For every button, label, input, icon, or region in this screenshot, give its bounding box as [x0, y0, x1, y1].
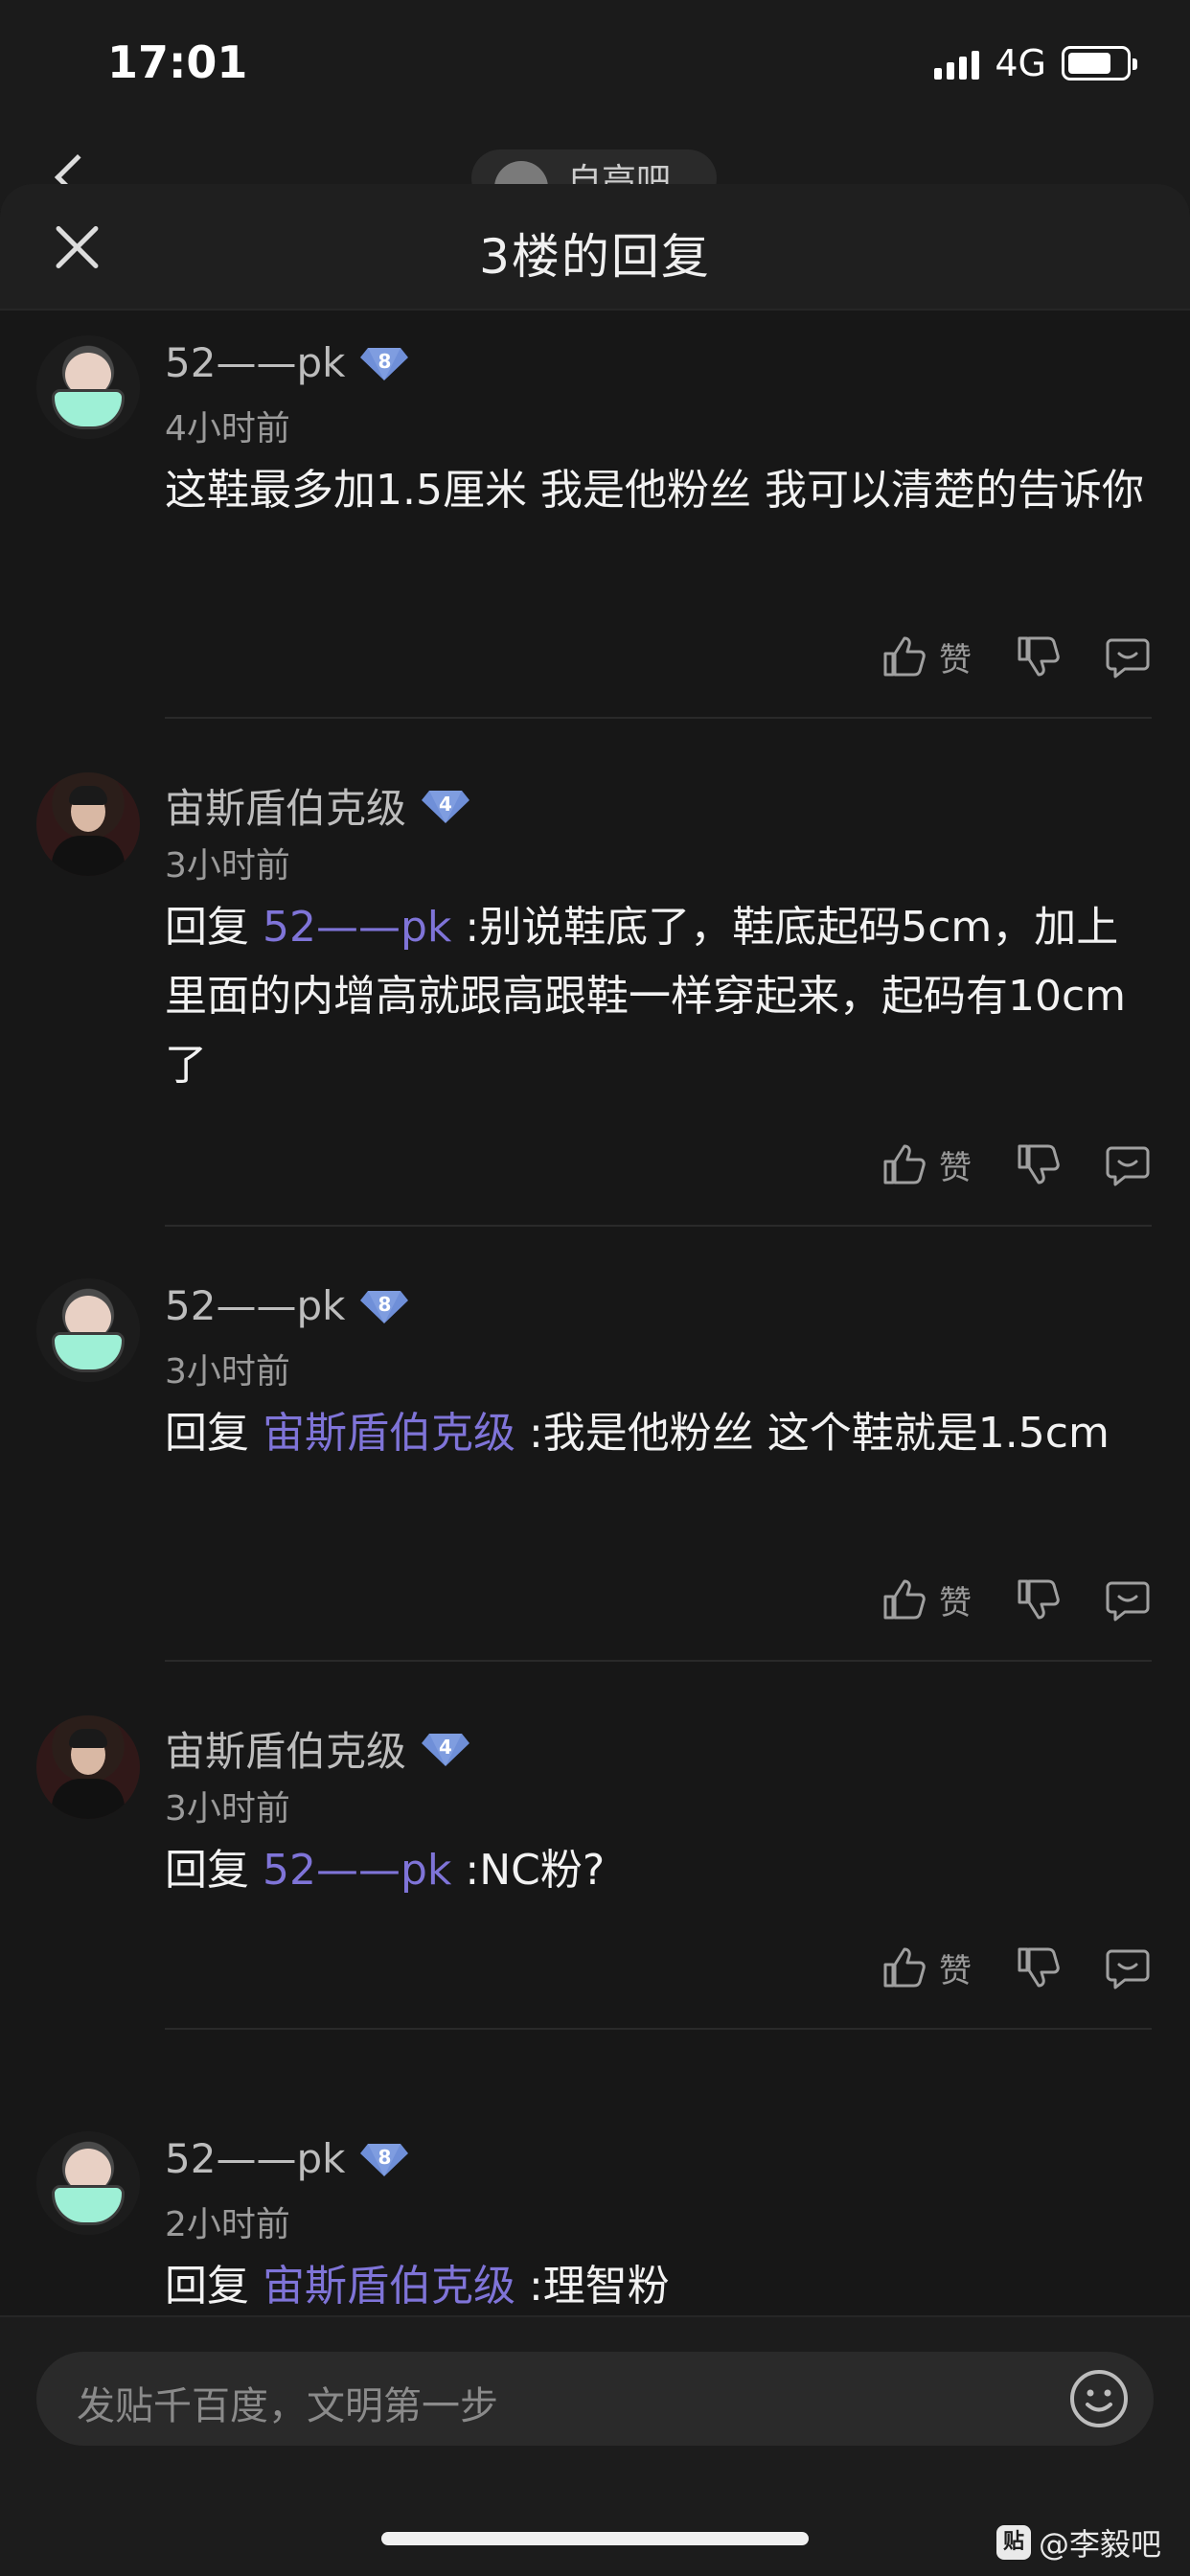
comment-actions: 赞 [880, 1140, 1152, 1188]
dislike-button[interactable] [1014, 632, 1062, 680]
replies-sheet: 3楼的回复 52——pk 8 4小时前 这鞋最多加1.5厘米 我是他粉丝 我可以… [0, 184, 1190, 2576]
thumbs-up-icon [883, 1579, 926, 1620]
avatar[interactable] [36, 772, 140, 876]
username[interactable]: 52——pk [165, 1282, 345, 1329]
reply-button[interactable] [1104, 1140, 1152, 1188]
status-time: 17:01 [107, 36, 248, 88]
sheet-title: 3楼的回复 [479, 229, 711, 285]
status-indicators: 4G [934, 42, 1137, 84]
home-indicator [381, 2532, 809, 2545]
level-number: 8 [378, 1292, 392, 1316]
divider [165, 1660, 1152, 1662]
avatar[interactable] [36, 1715, 140, 1819]
reply-prefix: 回复 [165, 903, 263, 952]
level-diamond-icon: 8 [358, 1287, 410, 1325]
name-row: 宙斯盾伯克级 4 [165, 776, 471, 835]
level-diamond-icon: 8 [358, 2140, 410, 2178]
comment-text: 回复 52——pk :NC粉? [165, 1836, 1152, 1905]
username[interactable]: 宙斯盾伯克级 [165, 776, 406, 835]
avatar[interactable] [36, 335, 140, 439]
thumbs-down-icon [1018, 636, 1060, 677]
comment-body: :我是他粉丝 这个鞋就是1.5cm [515, 1409, 1110, 1458]
mention-link[interactable]: 52——pk [263, 1846, 451, 1895]
thumbs-down-icon [1018, 1144, 1060, 1184]
watermark: 贴 @李毅吧 [995, 2520, 1161, 2564]
mention-link[interactable]: 52——pk [263, 903, 451, 952]
name-row: 52——pk 8 [165, 2135, 410, 2182]
mention-link[interactable]: 宙斯盾伯克级 [263, 2262, 515, 2311]
comment-actions: 赞 [880, 1576, 1152, 1623]
thumbs-up-icon [883, 636, 926, 677]
reply-button[interactable] [1104, 632, 1152, 680]
watermark-text: @李毅吧 [1038, 2526, 1161, 2563]
level-number: 8 [378, 349, 392, 373]
level-number: 4 [439, 792, 452, 816]
reply-bubble-icon [1106, 1949, 1150, 1990]
comment-time: 3小时前 [165, 846, 290, 886]
reply-prefix: 回复 [165, 1846, 263, 1895]
input-placeholder: 发贴千百度，文明第一步 [77, 2384, 498, 2428]
like-label: 赞 [939, 1148, 972, 1187]
like-button[interactable]: 赞 [880, 1140, 972, 1188]
comment-text: 回复 宙斯盾伯克级 :我是他粉丝 这个鞋就是1.5cm [165, 1399, 1152, 1468]
reply-prefix: 回复 [165, 2262, 263, 2311]
comment-actions: 赞 [880, 1944, 1152, 1991]
level-number: 8 [378, 2145, 392, 2169]
like-label: 赞 [939, 640, 972, 679]
divider [165, 2028, 1152, 2030]
thumbs-up-icon [883, 1144, 926, 1184]
avatar[interactable] [36, 2131, 140, 2235]
reply-bubble-icon [1106, 1581, 1150, 1622]
level-number: 4 [439, 1735, 452, 1759]
level-diamond-icon: 4 [420, 787, 471, 825]
comment-body: :理智粉 [515, 2262, 670, 2311]
sheet-header: 3楼的回复 [0, 184, 1190, 310]
dislike-button[interactable] [1014, 1140, 1062, 1188]
like-label: 赞 [939, 1951, 972, 1990]
avatar[interactable] [36, 1278, 140, 1382]
like-button[interactable]: 赞 [880, 1576, 972, 1623]
network-type: 4G [995, 42, 1046, 84]
comment-time: 4小时前 [165, 409, 290, 448]
comment-text: 回复 宙斯盾伯克级 :理智粉 [165, 2252, 1152, 2321]
like-button[interactable]: 赞 [880, 1944, 972, 1991]
thumbs-down-icon [1018, 1947, 1060, 1988]
comment-actions: 赞 [880, 632, 1152, 680]
like-button[interactable]: 赞 [880, 632, 972, 680]
tieba-logo: 贴 [995, 2525, 1031, 2560]
comment-time: 3小时前 [165, 1352, 290, 1392]
dislike-button[interactable] [1014, 1576, 1062, 1623]
comment-text: 回复 52——pk :别说鞋底了，鞋底起码5cm，加上里面的内增高就跟高跟鞋一样… [165, 893, 1152, 1100]
comment-text: 这鞋最多加1.5厘米 我是他粉丝 我可以清楚的告诉你 [165, 456, 1152, 525]
divider [165, 717, 1152, 719]
username[interactable]: 52——pk [165, 2135, 345, 2182]
dislike-button[interactable] [1014, 1944, 1062, 1991]
reply-button[interactable] [1104, 1944, 1152, 1991]
mention-link[interactable]: 宙斯盾伯克级 [263, 1409, 515, 1458]
comment-body: :NC粉? [451, 1846, 606, 1895]
like-label: 赞 [939, 1583, 972, 1622]
battery-icon [1062, 46, 1137, 80]
reply-button[interactable] [1104, 1576, 1152, 1623]
level-diamond-icon: 8 [358, 344, 410, 382]
comment-body: 这鞋最多加1.5厘米 我是他粉丝 我可以清楚的告诉你 [165, 466, 1144, 515]
reply-prefix: 回复 [165, 1409, 263, 1458]
thumbs-up-icon [883, 1947, 926, 1988]
reply-bubble-icon [1106, 638, 1150, 678]
divider [165, 1225, 1152, 1227]
comment-time: 2小时前 [165, 2205, 290, 2244]
username[interactable]: 宙斯盾伯克级 [165, 1719, 406, 1778]
status-bar: 17:01 4G [0, 0, 1190, 134]
emoji-icon[interactable] [1067, 2367, 1131, 2430]
thumbs-down-icon [1018, 1579, 1060, 1620]
name-row: 52——pk 8 [165, 1282, 410, 1329]
username[interactable]: 52——pk [165, 339, 345, 386]
level-diamond-icon: 4 [420, 1730, 471, 1768]
reply-input[interactable]: 发贴千百度，文明第一步 [36, 2352, 1154, 2446]
name-row: 宙斯盾伯克级 4 [165, 1719, 471, 1778]
reply-bubble-icon [1106, 1146, 1150, 1186]
comment-time: 3小时前 [165, 1789, 290, 1828]
name-row: 52——pk 8 [165, 339, 410, 386]
signal-icon [934, 47, 980, 80]
